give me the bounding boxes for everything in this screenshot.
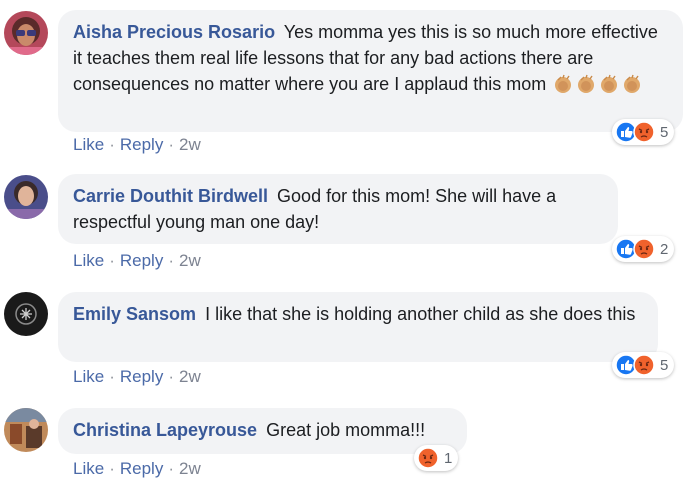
like-button[interactable]: Like [73, 135, 104, 154]
comment-actions: Like · Reply · 2w [73, 459, 201, 479]
clapping-hands-icon [578, 75, 595, 94]
angry-reaction-icon [633, 121, 655, 143]
timestamp[interactable]: 2w [179, 367, 201, 386]
comment-author[interactable]: Christina Lapeyrouse [73, 420, 257, 440]
clapping-hands-icon [601, 75, 618, 94]
like-button[interactable]: Like [73, 251, 104, 270]
comment-text: I like that she is holding another child… [205, 304, 636, 324]
reaction-count: 2 [660, 240, 669, 258]
separator: · [109, 135, 115, 154]
comment-bubble: Christina Lapeyrouse Great job momma!!! [58, 408, 467, 454]
reply-button[interactable]: Reply [120, 135, 163, 154]
angry-reaction-icon [633, 354, 655, 376]
separator: · [168, 251, 174, 270]
comment-author[interactable]: Aisha Precious Rosario [73, 22, 275, 42]
avatar[interactable] [4, 408, 48, 452]
reply-button[interactable]: Reply [120, 251, 163, 270]
separator: · [109, 459, 115, 478]
reply-button[interactable]: Reply [120, 367, 163, 386]
avatar[interactable] [4, 175, 48, 219]
clapping-hands-icon [624, 75, 641, 94]
reaction-summary[interactable]: 5 [612, 119, 675, 145]
separator: · [109, 251, 115, 270]
comment-actions: Like · Reply · 2w [73, 251, 201, 271]
comment-text: Great job momma!!! [266, 420, 426, 440]
separator: · [168, 367, 174, 386]
avatar[interactable] [4, 292, 48, 336]
comment-actions: Like · Reply · 2w [73, 135, 201, 155]
timestamp[interactable]: 2w [179, 459, 201, 478]
reaction-summary[interactable]: 5 [612, 352, 675, 378]
comment-author[interactable]: Emily Sansom [73, 304, 196, 324]
angry-reaction-icon [417, 447, 439, 469]
timestamp[interactable]: 2w [179, 135, 201, 154]
comment-bubble: Aisha Precious Rosario Yes momma yes thi… [58, 10, 683, 132]
angry-reaction-icon [633, 238, 655, 260]
separator: · [109, 367, 115, 386]
avatar[interactable] [4, 11, 48, 55]
like-button[interactable]: Like [73, 367, 104, 386]
reaction-summary[interactable]: 2 [612, 236, 675, 262]
comment-author[interactable]: Carrie Douthit Birdwell [73, 186, 268, 206]
separator: · [168, 135, 174, 154]
comment-actions: Like · Reply · 2w [73, 367, 201, 387]
reaction-count: 1 [444, 449, 453, 467]
comment-bubble: Emily Sansom I like that she is holding … [58, 292, 658, 362]
reaction-count: 5 [660, 123, 669, 141]
emoji-group [553, 72, 645, 98]
reaction-summary[interactable]: 1 [414, 445, 459, 471]
clapping-hands-icon [555, 75, 572, 94]
reaction-count: 5 [660, 356, 669, 374]
reply-button[interactable]: Reply [120, 459, 163, 478]
timestamp[interactable]: 2w [179, 251, 201, 270]
separator: · [168, 459, 174, 478]
comment-bubble: Carrie Douthit Birdwell Good for this mo… [58, 174, 618, 244]
like-button[interactable]: Like [73, 459, 104, 478]
